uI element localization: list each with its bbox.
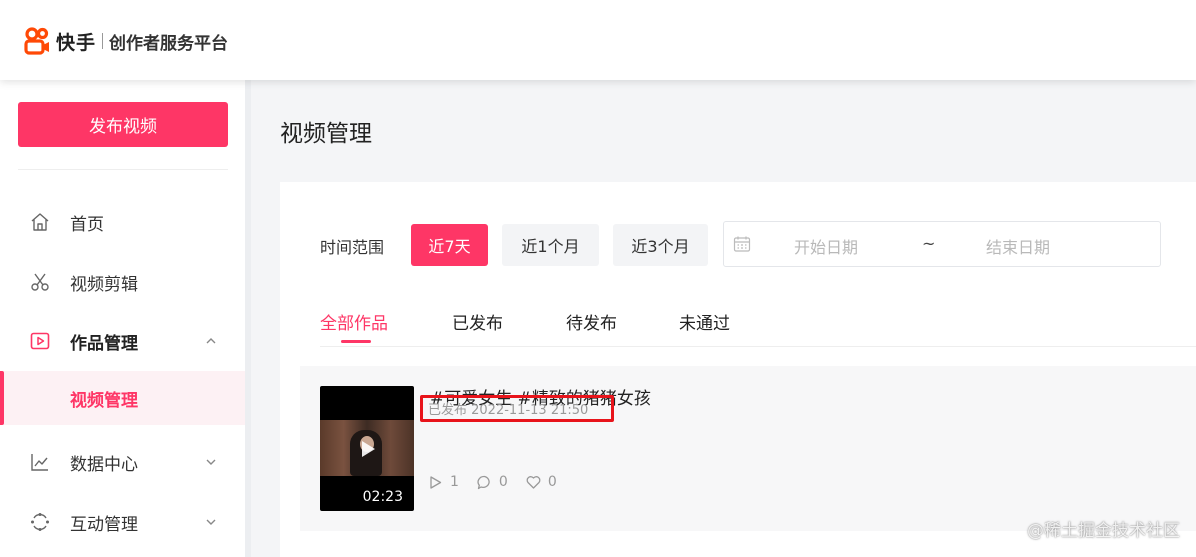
brand-name: 快手	[56, 31, 97, 54]
sidebar-item-label: 视频剪辑	[70, 274, 138, 295]
tab-pending[interactable]: 待发布	[566, 309, 617, 345]
date-range-picker[interactable]: 开始日期 ~ 结束日期	[723, 221, 1161, 267]
sidebar-item-home[interactable]: 首页	[0, 195, 245, 249]
chevron-down-icon	[205, 456, 217, 468]
publish-status: 已发布 2022-11-13 21:50	[428, 403, 589, 418]
chevron-up-icon	[205, 335, 217, 347]
play-outline-icon	[430, 475, 442, 489]
sidebar-item-video-manage[interactable]: 视频管理	[0, 371, 245, 425]
heart-icon	[526, 475, 541, 489]
time-range-label: 时间范围	[320, 238, 385, 257]
home-icon	[30, 212, 50, 232]
content-card: 时间范围 近7天 近1个月 近3个月 开始日期 ~ 结束日期 全部作品 已发布 …	[280, 182, 1196, 557]
video-thumbnail[interactable]: 02:23	[320, 386, 414, 511]
sidebar-gutter	[245, 80, 251, 557]
sidebar-item-label: 互动管理	[70, 514, 138, 535]
tab-published[interactable]: 已发布	[452, 309, 503, 345]
sidebar-item-data-center[interactable]: 数据中心	[0, 435, 245, 489]
publish-video-button[interactable]: 发布视频	[18, 102, 228, 147]
sidebar-item-label: 作品管理	[70, 333, 138, 354]
comment-count-value: 0	[498, 474, 508, 490]
top-bar: 快手 创作者服务平台	[0, 0, 1196, 80]
range-7-days-button[interactable]: 近7天	[411, 224, 488, 266]
video-play-icon	[30, 331, 50, 351]
brand-subtitle: 创作者服务平台	[109, 33, 229, 54]
sidebar-item-interaction[interactable]: 互动管理	[0, 495, 245, 549]
main-content: 视频管理 时间范围 近7天 近1个月 近3个月 开始日期 ~ 结束日期 全部作品…	[251, 80, 1196, 557]
publish-status-highlight: 已发布 2022-11-13 21:50	[420, 395, 614, 422]
brand-divider	[102, 33, 104, 49]
video-duration: 02:23	[359, 489, 406, 505]
tab-label: 全部作品	[320, 314, 388, 334]
like-count: 0	[526, 474, 557, 490]
date-separator: ~	[922, 234, 936, 253]
sidebar-item-label: 视频管理	[70, 390, 138, 411]
sidebar-item-video-edit[interactable]: 视频剪辑	[0, 255, 245, 309]
like-count-value: 0	[547, 474, 557, 490]
scissors-icon	[30, 272, 50, 292]
sidebar-item-works-manage[interactable]: 作品管理	[0, 314, 245, 368]
chart-icon	[30, 452, 50, 472]
start-date-input[interactable]: 开始日期	[794, 234, 858, 258]
range-1-month-button[interactable]: 近1个月	[502, 224, 599, 266]
video-list-item[interactable]: 02:23 #可爱女生 #精致的猪猪女孩 已发布 2022-11-13 21:5…	[300, 366, 1196, 531]
comment-count: 0	[477, 474, 508, 490]
brand[interactable]: 快手 创作者服务平台	[24, 26, 228, 56]
end-date-input[interactable]: 结束日期	[986, 234, 1050, 258]
interaction-icon	[30, 512, 50, 532]
sidebar-item-label: 首页	[70, 214, 104, 235]
play-icon	[362, 441, 375, 457]
tab-rejected[interactable]: 未通过	[679, 309, 730, 345]
watermark: @稀土掘金技术社区	[1027, 521, 1180, 541]
sidebar-item-label: 数据中心	[70, 454, 138, 475]
page-title: 视频管理	[280, 121, 372, 147]
tab-active-underline	[341, 340, 371, 343]
tab-all-works[interactable]: 全部作品	[320, 309, 388, 345]
comment-icon	[477, 475, 490, 489]
status-tabs: 全部作品 已发布 待发布 未通过	[320, 307, 1196, 347]
play-count-value: 1	[450, 474, 459, 490]
sidebar-divider	[18, 169, 228, 170]
sidebar: 发布视频 首页 视频剪辑 作品管理 视频管理 数据中心 互动管理	[0, 80, 245, 557]
range-3-months-button[interactable]: 近3个月	[613, 224, 708, 266]
active-indicator	[0, 371, 4, 425]
chevron-down-icon	[205, 516, 217, 528]
kuaishou-logo-icon	[24, 27, 49, 55]
video-stats: 1 0 0	[428, 472, 575, 492]
calendar-icon	[733, 236, 751, 252]
play-count: 1	[428, 474, 459, 490]
